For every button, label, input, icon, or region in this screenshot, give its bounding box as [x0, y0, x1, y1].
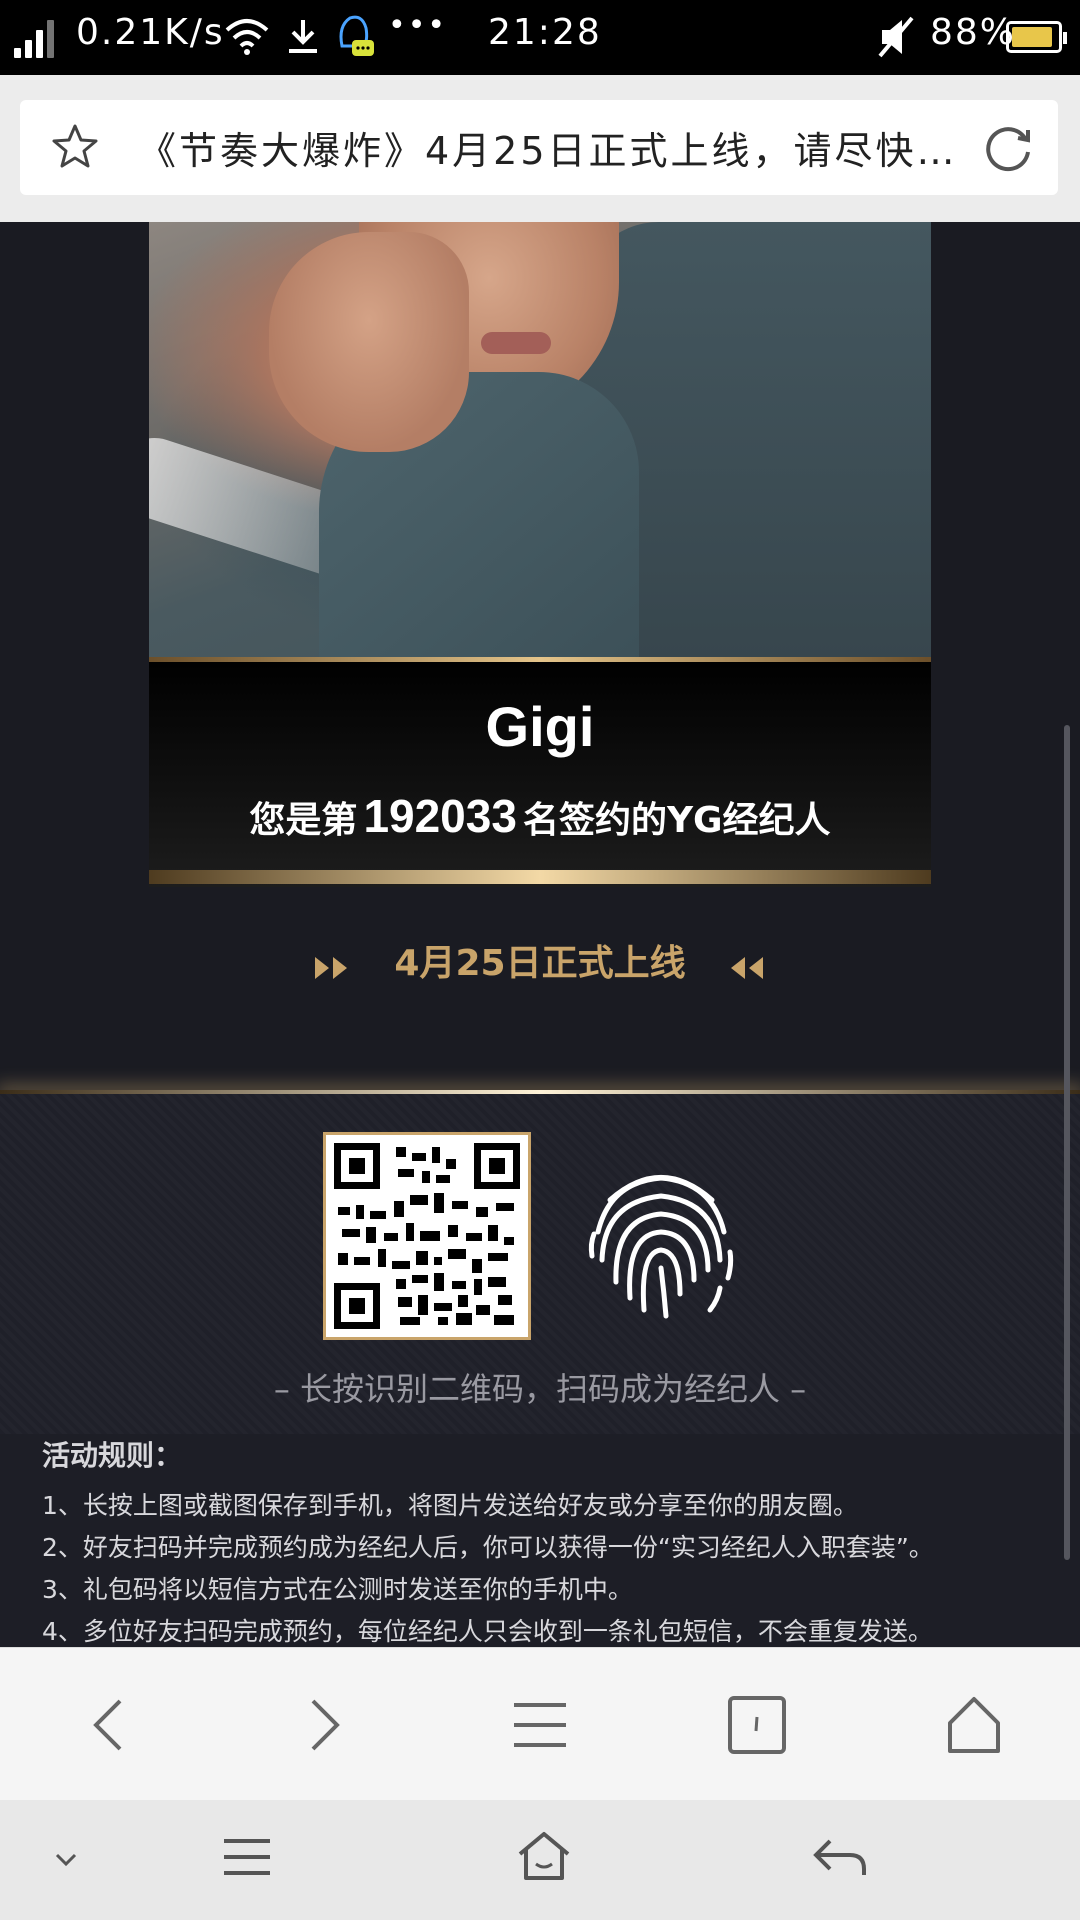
- back-arrow-icon[interactable]: [86, 1695, 130, 1755]
- chevron-down-icon[interactable]: [54, 1852, 78, 1868]
- rule-item: 2、好友扫码并完成预约成为经纪人后，你可以获得一份“实习经纪人入职套装”。: [42, 1533, 934, 1562]
- launch-date: 4月25日正式上线: [394, 943, 686, 984]
- clock: 21:28: [488, 12, 602, 53]
- signal-icon: [14, 18, 58, 58]
- rules-section: 活动规则： 1、长按上图或截图保存到手机，将图片发送给好友或分享至你的朋友圈。 …: [0, 1434, 1080, 1647]
- qr-code[interactable]: [323, 1132, 531, 1340]
- rule-item: 1、长按上图或截图保存到手机，将图片发送给好友或分享至你的朋友圈。: [42, 1491, 858, 1520]
- recent-apps-icon[interactable]: [222, 1835, 272, 1879]
- mute-icon: [878, 16, 914, 58]
- system-nav-bar: [0, 1800, 1080, 1920]
- url-field[interactable]: 《节奏大爆炸》4月25日正式上线，请尽快…: [20, 100, 1058, 195]
- home-icon[interactable]: [944, 1695, 1004, 1755]
- signed-suffix: 名签约的YG经纪人: [522, 800, 831, 841]
- web-content: Gigi 您是第 192033 名签约的YG经纪人 4月25日正式上线 – 长按…: [0, 222, 1080, 1647]
- qr-modules: [338, 1147, 514, 1325]
- qq-notification-icon: [339, 15, 374, 56]
- more-indicator: •••: [388, 8, 448, 43]
- signed-number: 192033: [363, 790, 517, 842]
- home-nav-icon[interactable]: [516, 1830, 572, 1882]
- star-icon[interactable]: [50, 122, 100, 172]
- page-title[interactable]: 《节奏大爆炸》4月25日正式上线，请尽快…: [138, 120, 968, 175]
- battery-icon: [1006, 21, 1067, 53]
- card-top-line: [149, 657, 931, 662]
- reload-icon[interactable]: [982, 122, 1036, 176]
- address-bar: 《节奏大爆炸》4月25日正式上线，请尽快…: [0, 75, 1080, 223]
- name-card: [149, 657, 931, 887]
- card-bottom-bar: [149, 870, 931, 884]
- fingerprint-icon: [588, 1175, 734, 1319]
- menu-icon[interactable]: [510, 1695, 570, 1755]
- user-name: Gigi: [485, 695, 595, 758]
- tabs-icon[interactable]: [727, 1695, 787, 1755]
- net-speed: 0.21K/s: [76, 12, 225, 53]
- scrollbar[interactable]: [1064, 725, 1070, 1560]
- signed-prefix: 您是第: [249, 800, 358, 841]
- download-icon: [289, 20, 317, 53]
- status-bar: 0.21K/s ••• 21:28 88%: [0, 0, 1080, 75]
- rule-item: 4、多位好友扫码完成预约，每位经纪人只会收到一条礼包短信，不会重复发送。: [42, 1617, 933, 1646]
- qr-hint: – 长按识别二维码，扫码成为经纪人 –: [273, 1370, 807, 1408]
- battery-percent: 88%: [930, 12, 1017, 53]
- rule-item: 3、礼包码将以短信方式在公测时发送至你的手机中。: [42, 1575, 633, 1604]
- rules-heading: 活动规则：: [42, 1439, 183, 1472]
- promo-photo: [149, 222, 931, 657]
- forward-arrow-icon[interactable]: [303, 1695, 347, 1755]
- arrow-left-icon: [731, 957, 763, 979]
- back-nav-icon[interactable]: [812, 1835, 868, 1879]
- browser-toolbar: [0, 1647, 1080, 1801]
- signed-rank: 您是第 192033 名签约的YG经纪人: [149, 789, 931, 843]
- wifi-icon: [225, 19, 269, 55]
